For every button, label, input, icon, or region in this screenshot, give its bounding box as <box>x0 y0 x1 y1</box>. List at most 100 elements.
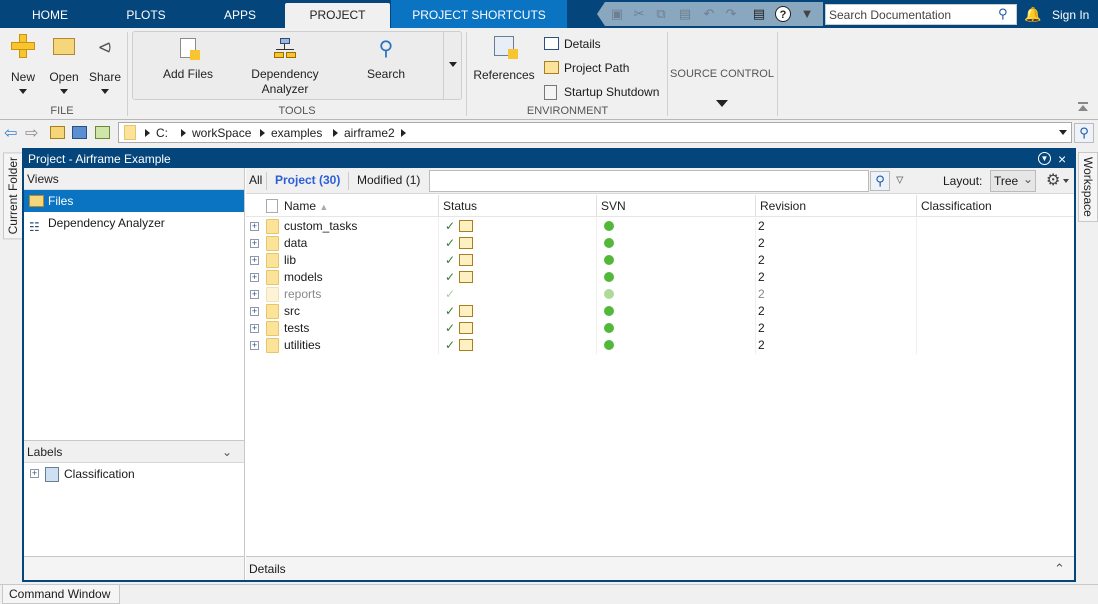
references-button[interactable]: References <box>472 36 536 83</box>
layout-select[interactable]: Tree ⌄ <box>990 170 1036 192</box>
column-classification[interactable]: Classification <box>916 195 1072 217</box>
breadcrumb-workspace[interactable]: workSpace <box>192 126 251 140</box>
expand-icon[interactable]: + <box>250 324 259 333</box>
expand-icon[interactable]: + <box>250 222 259 231</box>
expand-icon[interactable]: + <box>250 256 259 265</box>
revision: 2 <box>758 236 765 250</box>
breadcrumb-examples[interactable]: examples <box>271 126 322 140</box>
new-button[interactable]: New <box>6 34 40 94</box>
file-row[interactable]: + data ✓ 2 <box>246 235 1074 252</box>
status-ok-icon: ✓ <box>445 321 456 335</box>
undo-icon[interactable]: ↶ <box>701 6 717 22</box>
expand-icon[interactable]: + <box>30 469 39 478</box>
back-arrow-icon[interactable]: ⇦ <box>4 123 17 143</box>
window-options-icon[interactable]: ▼ <box>1038 152 1051 165</box>
svn-status-icon <box>604 255 614 265</box>
file-name: src <box>284 304 300 318</box>
project-window: Project - Airframe Example ▼ × Views Fil… <box>22 148 1076 582</box>
share-button[interactable]: ⪦ Share <box>88 34 122 94</box>
search-folder-icon[interactable]: ⚲ <box>1074 123 1094 143</box>
startup-shutdown-label: Startup Shutdown <box>564 85 660 99</box>
tab-plots[interactable]: PLOTS <box>110 0 182 28</box>
sign-in-link[interactable]: Sign In <box>1052 8 1089 22</box>
file-row[interactable]: + utilities ✓ 2 <box>246 337 1074 354</box>
filter-all[interactable]: All <box>249 173 262 187</box>
filter-modified[interactable]: Modified (1) <box>357 173 420 187</box>
expand-icon[interactable]: + <box>250 290 259 299</box>
paste-icon[interactable]: ▤ <box>677 6 693 22</box>
view-files[interactable]: Files <box>24 190 244 212</box>
labels-header[interactable]: Labels ⌄ <box>24 441 244 463</box>
breadcrumb-c[interactable]: C: <box>156 126 168 140</box>
redo-icon[interactable]: ↷ <box>723 6 739 22</box>
dependency-analyzer-button[interactable]: Dependency Analyzer <box>240 38 330 97</box>
source-control-expand[interactable] <box>716 96 728 107</box>
breadcrumb-separator-icon[interactable] <box>401 129 406 137</box>
cut-icon[interactable]: ✂ <box>631 6 647 22</box>
up-folder-icon[interactable] <box>50 126 65 139</box>
view-dependency-analyzer[interactable]: ☷ Dependency Analyzer <box>24 212 244 234</box>
hierarchy-icon: ☷ <box>29 220 40 234</box>
file-row[interactable]: + custom_tasks ✓ 2 <box>246 218 1074 235</box>
expand-icon[interactable]: + <box>250 273 259 282</box>
open-button[interactable]: Open <box>46 34 82 94</box>
tools-gallery-expand[interactable] <box>443 32 461 99</box>
address-dropdown-icon[interactable] <box>1059 130 1067 135</box>
file-row[interactable]: + reports ✓ 2 <box>246 286 1074 303</box>
add-files-button[interactable]: Add Files <box>152 38 224 82</box>
new-label: New <box>10 70 35 84</box>
tab-project[interactable]: PROJECT <box>285 3 390 28</box>
chevron-up-icon[interactable]: ⌃ <box>1054 557 1065 581</box>
tab-apps[interactable]: APPS <box>204 0 276 28</box>
save-icon[interactable]: ▣ <box>609 6 625 22</box>
switch-windows-icon[interactable]: ▤ <box>751 6 767 22</box>
file-row[interactable]: + src ✓ 2 <box>246 303 1074 320</box>
browse-folder-icon[interactable] <box>72 126 87 139</box>
search-documentation-input[interactable]: Search Documentation ⚲ <box>825 4 1017 25</box>
column-header: Name ▲ Status SVN Revision Classificatio… <box>246 195 1074 217</box>
gear-dropdown-icon[interactable] <box>1063 179 1069 183</box>
expand-icon[interactable]: + <box>250 341 259 350</box>
filter-funnel-icon[interactable]: ▿ <box>896 170 904 188</box>
notification-bell-icon[interactable]: 🔔 <box>1024 6 1041 23</box>
collapse-ribbon-icon[interactable] <box>1078 102 1088 112</box>
views-header: Views <box>24 168 244 190</box>
ribbon: New Open ⪦ Share FILE Add Files Dependen… <box>0 28 1098 120</box>
search-icon[interactable]: ⚲ <box>870 171 890 191</box>
expand-icon[interactable]: + <box>250 239 259 248</box>
tab-home[interactable]: HOME <box>14 0 86 28</box>
gear-icon[interactable]: ⚙ <box>1046 170 1060 190</box>
workspace-tab[interactable]: Workspace <box>1078 152 1098 222</box>
search-icon[interactable]: ⚲ <box>998 6 1008 22</box>
forward-arrow-icon[interactable]: ⇨ <box>25 123 38 143</box>
chevron-down-icon <box>716 100 728 107</box>
close-icon[interactable]: × <box>1058 150 1066 168</box>
breadcrumb-airframe2[interactable]: airframe2 <box>344 126 395 140</box>
help-icon[interactable]: ? <box>775 6 791 22</box>
details-bar[interactable]: Details ⌃ <box>246 556 1074 580</box>
svn-status-icon <box>604 340 614 350</box>
tab-project-shortcuts[interactable]: PROJECT SHORTCUTS <box>391 0 567 28</box>
environment-group-label: ENVIRONMENT <box>526 105 609 117</box>
file-row[interactable]: + tests ✓ 2 <box>246 320 1074 337</box>
column-svn[interactable]: SVN <box>596 195 755 217</box>
column-revision[interactable]: Revision <box>755 195 916 217</box>
column-status[interactable]: Status <box>438 195 596 217</box>
chevron-down-icon[interactable]: ⌄ <box>222 441 232 463</box>
file-row[interactable]: + lib ✓ 2 <box>246 252 1074 269</box>
copy-icon[interactable]: ⧉ <box>653 6 669 22</box>
current-folder-tab[interactable]: Current Folder <box>3 152 23 240</box>
folder-in-project-icon <box>459 254 473 266</box>
sync-folder-icon[interactable] <box>95 126 110 139</box>
address-path-field[interactable]: C: workSpace examples airframe2 <box>118 122 1072 143</box>
search-button[interactable]: ⚲ Search <box>356 38 416 82</box>
files-search-input[interactable] <box>429 170 869 192</box>
filter-project[interactable]: Project (30) <box>275 173 340 187</box>
expand-icon[interactable]: + <box>250 307 259 316</box>
options-icon[interactable]: ▼ <box>799 6 815 22</box>
command-window-tab[interactable]: Command Window <box>2 585 120 604</box>
column-name[interactable]: Name ▲ <box>280 195 438 217</box>
label-classification[interactable]: + Classification <box>24 463 244 485</box>
file-row[interactable]: + models ✓ 2 <box>246 269 1074 286</box>
search-placeholder: Search Documentation <box>829 8 952 22</box>
